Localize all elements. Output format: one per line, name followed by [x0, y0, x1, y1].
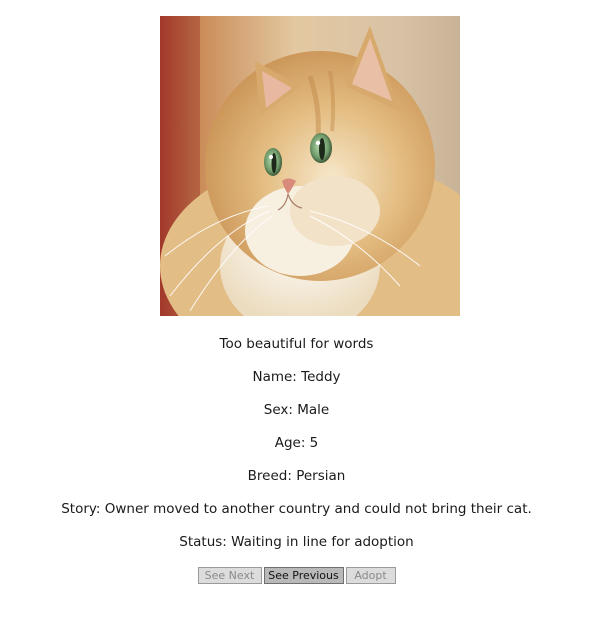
pet-breed: Breed: Persian: [247, 468, 346, 484]
cat-image: [160, 16, 460, 316]
pet-sex: Sex: Male: [263, 402, 330, 418]
pet-photo: [160, 16, 460, 316]
pet-status: Status: Waiting in line for adoption: [179, 534, 414, 550]
navigation-buttons: See Next See Previous Adopt: [0, 567, 593, 584]
pet-story: Story: Owner moved to another country an…: [61, 501, 532, 517]
pet-caption: Too beautiful for words: [219, 336, 374, 352]
adopt-button[interactable]: Adopt: [345, 567, 396, 584]
pet-name: Name: Teddy: [252, 369, 341, 385]
see-previous-button[interactable]: See Previous: [263, 567, 344, 584]
see-next-button[interactable]: See Next: [197, 567, 262, 584]
pet-age: Age: 5: [274, 435, 319, 451]
